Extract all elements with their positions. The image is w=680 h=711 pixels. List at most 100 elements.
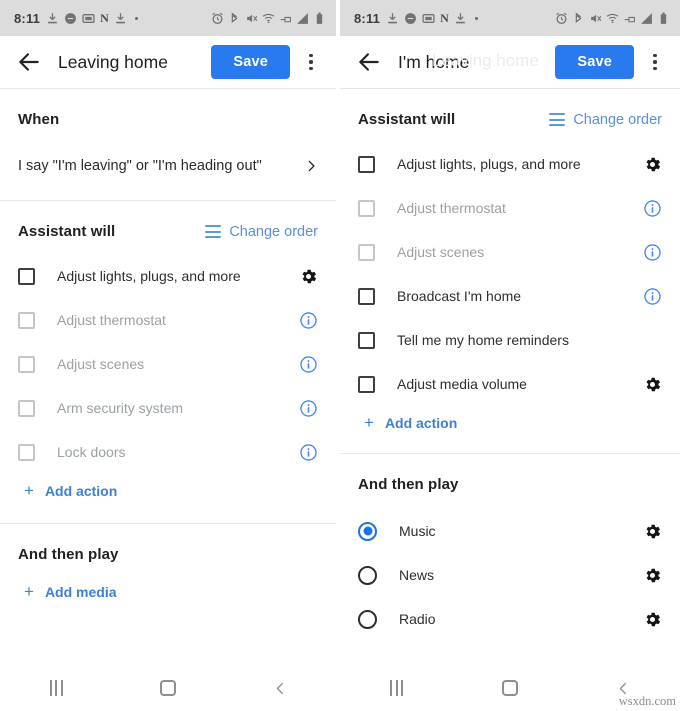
back-arrow-icon[interactable] xyxy=(16,49,42,75)
app-bar-left: Leaving home Save xyxy=(0,36,336,88)
plus-icon: + xyxy=(24,481,34,500)
gear-icon[interactable] xyxy=(642,609,662,629)
status-right-icons xyxy=(211,11,326,25)
radio-news[interactable] xyxy=(358,565,377,585)
assistant-title: Assistant will xyxy=(358,111,456,128)
recent-apps-button[interactable] xyxy=(367,673,427,703)
when-title: When xyxy=(18,111,60,128)
list-item[interactable]: Lock doors xyxy=(0,430,336,474)
list-item[interactable]: Adjust thermostat xyxy=(340,186,680,230)
info-icon[interactable] xyxy=(642,242,662,262)
more-options-icon[interactable] xyxy=(642,50,668,75)
info-icon[interactable] xyxy=(298,310,318,330)
recent-apps-icon xyxy=(390,680,404,696)
add-action-button[interactable]: + Add action xyxy=(0,474,336,507)
reorder-lines-icon xyxy=(549,113,566,126)
list-item-label: Music xyxy=(399,523,436,539)
home-button[interactable] xyxy=(138,673,198,703)
status-right-icons xyxy=(555,11,670,25)
signal-icon xyxy=(296,12,309,25)
status-bar-left: 8:11 N xyxy=(0,0,336,36)
checkbox-lock-doors[interactable] xyxy=(18,443,35,461)
change-order-button[interactable]: Change order xyxy=(549,112,662,128)
home-button[interactable] xyxy=(480,673,540,703)
gear-icon[interactable] xyxy=(642,154,662,174)
list-item[interactable]: Radio xyxy=(340,597,680,641)
list-item[interactable]: Adjust lights, plugs, and more xyxy=(340,142,680,186)
list-item-label: Tell me my home reminders xyxy=(397,332,569,348)
status-clock: 8:11 xyxy=(14,10,41,26)
list-item[interactable]: Tell me my home reminders xyxy=(340,318,680,362)
info-icon[interactable] xyxy=(642,198,662,218)
recent-apps-button[interactable] xyxy=(26,673,86,703)
assistant-section-header: Assistant will Change order xyxy=(18,201,318,244)
info-icon[interactable] xyxy=(298,442,318,462)
vpn-key-icon xyxy=(279,12,292,25)
play-section-left: And then play xyxy=(0,524,336,567)
info-icon[interactable] xyxy=(642,286,662,306)
list-item[interactable]: Adjust media volume xyxy=(340,362,680,406)
checkbox-adjust-thermostat[interactable] xyxy=(358,199,375,217)
page-title: I'm home xyxy=(398,51,470,72)
when-section-header: When xyxy=(18,89,318,132)
more-options-icon[interactable] xyxy=(298,50,324,75)
download-icon xyxy=(386,12,399,25)
change-order-label: Change order xyxy=(229,223,318,240)
trigger-text: I say "I'm leaving" or "I'm heading out" xyxy=(18,158,262,174)
checkbox-arm-security[interactable] xyxy=(18,399,35,417)
checkbox-adjust-lights[interactable] xyxy=(358,155,375,173)
save-button[interactable]: Save xyxy=(555,45,634,79)
gear-icon[interactable] xyxy=(642,521,662,541)
list-item[interactable]: Broadcast I'm home xyxy=(340,274,680,318)
list-item[interactable]: News xyxy=(340,553,680,597)
list-item-label: News xyxy=(399,567,435,583)
list-item[interactable]: Music xyxy=(340,509,680,553)
list-item-label: Adjust scenes xyxy=(57,356,145,372)
list-item[interactable]: Adjust scenes xyxy=(0,342,336,386)
list-item-label: Adjust lights, plugs, and more xyxy=(57,268,241,284)
dot-icon xyxy=(474,16,478,20)
no-trailing-icon xyxy=(642,330,662,350)
list-item[interactable]: Arm security system xyxy=(0,386,336,430)
list-item[interactable]: Adjust thermostat xyxy=(0,298,336,342)
list-item-label: Adjust thermostat xyxy=(57,312,166,328)
gear-icon[interactable] xyxy=(642,374,662,394)
gear-icon[interactable] xyxy=(642,565,662,585)
checkbox-media-volume[interactable] xyxy=(358,375,375,393)
checkbox-home-reminders[interactable] xyxy=(358,331,375,349)
trigger-row[interactable]: I say "I'm leaving" or "I'm heading out" xyxy=(0,132,336,200)
checkbox-adjust-lights[interactable] xyxy=(18,267,35,285)
radio-radio[interactable] xyxy=(358,609,377,629)
back-chevron-icon xyxy=(276,682,283,694)
vpn-key-icon xyxy=(623,12,636,25)
back-arrow-icon[interactable] xyxy=(356,49,382,75)
gear-icon[interactable] xyxy=(298,266,318,286)
checkbox-broadcast-home[interactable] xyxy=(358,287,375,305)
download-icon-2 xyxy=(114,12,127,25)
netflix-n-icon: N xyxy=(100,10,109,25)
list-item-label: Adjust scenes xyxy=(397,244,485,260)
add-action-button[interactable]: + Add action xyxy=(340,406,680,439)
play-options-list: Music News Radio xyxy=(340,497,680,641)
alarm-icon xyxy=(555,12,568,25)
dot-icon xyxy=(134,16,138,20)
info-icon[interactable] xyxy=(298,398,318,418)
checkbox-adjust-scenes[interactable] xyxy=(358,243,375,261)
checkbox-adjust-scenes[interactable] xyxy=(18,355,35,373)
mute-icon xyxy=(245,12,258,25)
info-icon[interactable] xyxy=(298,354,318,374)
assistant-section-header: Assistant will Change order xyxy=(358,89,662,132)
right-phone-screen: 8:11 N Leaving home I'm home Save Assist… xyxy=(340,0,680,711)
checkbox-adjust-thermostat[interactable] xyxy=(18,311,35,329)
list-item[interactable]: Adjust scenes xyxy=(340,230,680,274)
battery-icon xyxy=(657,12,670,25)
add-media-button[interactable]: + Add media xyxy=(0,567,336,608)
radio-music[interactable] xyxy=(358,521,377,541)
change-order-button[interactable]: Change order xyxy=(205,224,318,240)
signal-icon xyxy=(640,12,653,25)
system-back-button[interactable] xyxy=(250,673,310,703)
save-button[interactable]: Save xyxy=(211,45,290,79)
list-item[interactable]: Adjust lights, plugs, and more xyxy=(0,254,336,298)
status-left-icons: N xyxy=(46,11,141,26)
wifi-icon xyxy=(606,12,619,25)
